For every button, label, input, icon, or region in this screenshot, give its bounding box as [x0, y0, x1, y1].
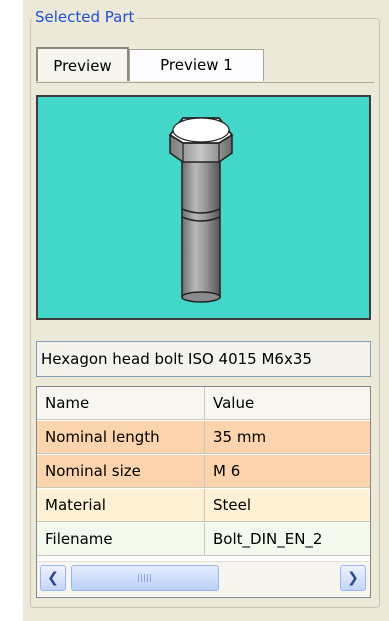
row-value-cell: Steel: [205, 489, 370, 522]
arrow-right-icon[interactable]: ❯: [340, 565, 366, 591]
column-header-name[interactable]: Name: [37, 387, 205, 420]
scrollbar-thumb[interactable]: [71, 565, 219, 591]
tab-preview-1-label: Preview 1: [160, 56, 233, 74]
grip-icon: [138, 574, 152, 582]
table-row[interactable]: Nominal length 35 mm: [37, 421, 370, 454]
tab-preview-1[interactable]: Preview 1: [129, 49, 264, 81]
row-value-cell: Bolt_DIN_EN_2: [205, 523, 370, 556]
table-row[interactable]: Material Steel: [37, 489, 370, 522]
row-value-cell: M 6: [205, 455, 370, 488]
row-name-cell: Material: [37, 489, 205, 522]
selected-part-panel: Selected Part Preview Preview 1 Hexagon …: [23, 0, 389, 621]
table-header-row: Name Value: [37, 387, 370, 420]
column-header-value[interactable]: Value: [205, 387, 370, 420]
tab-preview-label: Preview: [53, 57, 112, 75]
horizontal-scrollbar[interactable]: ❮ ❯: [37, 561, 370, 596]
tab-preview[interactable]: Preview: [36, 47, 129, 81]
properties-table: Name Value Nominal length 35 mm Nominal …: [36, 386, 371, 598]
part-preview-viewport: [36, 95, 371, 320]
part-description-field[interactable]: Hexagon head bolt ISO 4015 M6x35: [36, 341, 371, 377]
arrow-left-icon[interactable]: ❮: [40, 565, 66, 591]
hexagon-bolt-icon: [168, 117, 234, 303]
group-title: Selected Part: [32, 7, 138, 27]
table-row[interactable]: Nominal size M 6: [37, 455, 370, 488]
row-name-cell: Nominal size: [37, 455, 205, 488]
table-row[interactable]: Filename Bolt_DIN_EN_2: [37, 523, 370, 556]
row-name-cell: Nominal length: [37, 421, 205, 454]
row-name-cell: Filename: [37, 523, 205, 556]
row-value-cell: 35 mm: [205, 421, 370, 454]
